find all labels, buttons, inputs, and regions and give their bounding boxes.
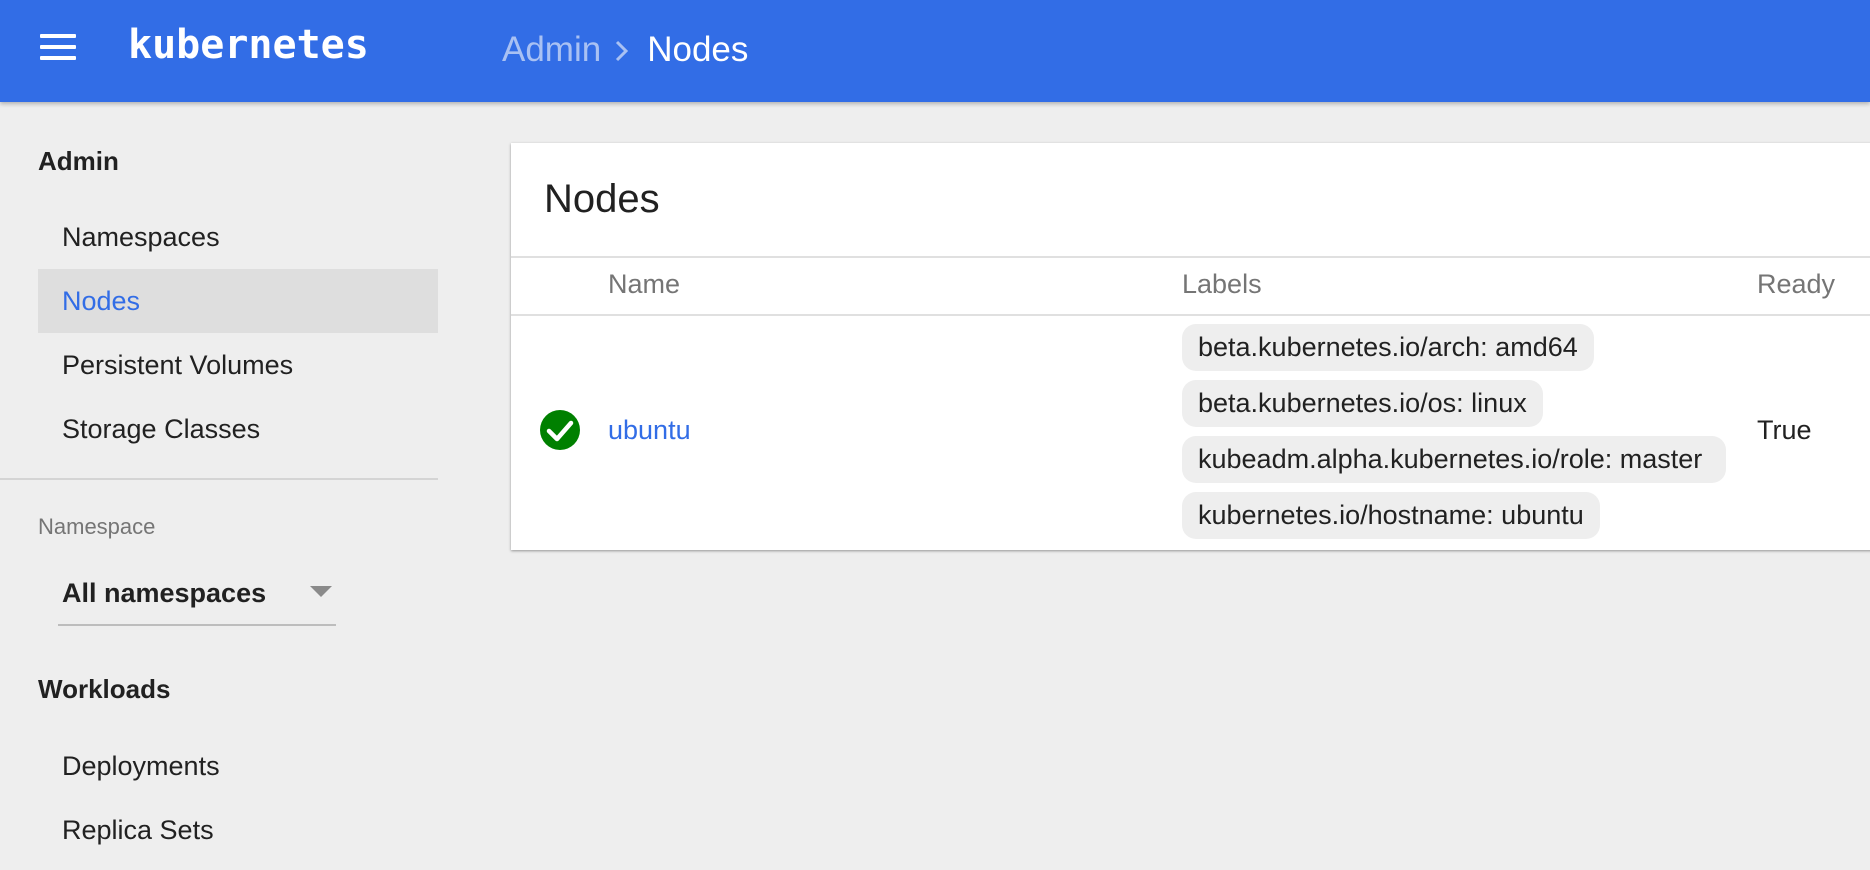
sidebar-item-nodes[interactable]: Nodes [38, 269, 438, 333]
sidebar-item-namespaces[interactable]: Namespaces [38, 205, 438, 269]
card-divider [511, 256, 1870, 258]
breadcrumb-admin-link[interactable]: Admin [502, 30, 601, 70]
breadcrumb-current: Nodes [647, 30, 749, 69]
breadcrumb: Admin Nodes [502, 26, 748, 74]
hamburger-menu-icon[interactable] [38, 31, 78, 63]
ready-status: True [1757, 415, 1812, 445]
brand-logo[interactable]: kubernetes [128, 22, 369, 68]
column-header-name[interactable]: Name [608, 269, 680, 300]
sidebar-item-persistent-volumes[interactable]: Persistent Volumes [38, 333, 438, 397]
card-title: Nodes [544, 177, 660, 221]
namespace-select-value: All namespaces [62, 578, 267, 608]
chevron-right-icon [601, 26, 647, 74]
sidebar-nav: Admin Namespaces Nodes Persistent Volume… [0, 102, 440, 870]
namespace-select[interactable]: All namespaces [58, 560, 336, 626]
sidebar-heading-admin[interactable]: Admin [38, 146, 119, 177]
label-chip: kubernetes.io/hostname: ubuntu [1182, 492, 1600, 539]
sidebar-item-deployments[interactable]: Deployments [38, 734, 438, 798]
dropdown-arrow-icon [310, 586, 332, 597]
header-divider [511, 314, 1870, 316]
label-chip: beta.kubernetes.io/os: linux [1182, 380, 1543, 427]
sidebar-divider [0, 478, 438, 480]
label-chip: kubeadm.alpha.kubernetes.io/role: master [1182, 436, 1726, 483]
top-toolbar: kubernetes Admin Nodes [0, 0, 1870, 102]
column-header-ready: Ready [1757, 269, 1836, 299]
column-header-labels: Labels [1182, 269, 1262, 299]
node-name-link[interactable]: ubuntu [608, 415, 691, 446]
sidebar-item-storage-classes[interactable]: Storage Classes [38, 397, 438, 461]
check-circle-icon [540, 410, 580, 450]
sidebar-heading-workloads[interactable]: Workloads [38, 674, 170, 705]
nodes-card: Nodes Name Labels Ready ubuntu beta.kube… [511, 143, 1870, 550]
label-chip: beta.kubernetes.io/arch: amd64 [1182, 324, 1594, 371]
namespace-label: Namespace [38, 514, 156, 539]
sidebar-item-replica-sets[interactable]: Replica Sets [38, 798, 438, 862]
